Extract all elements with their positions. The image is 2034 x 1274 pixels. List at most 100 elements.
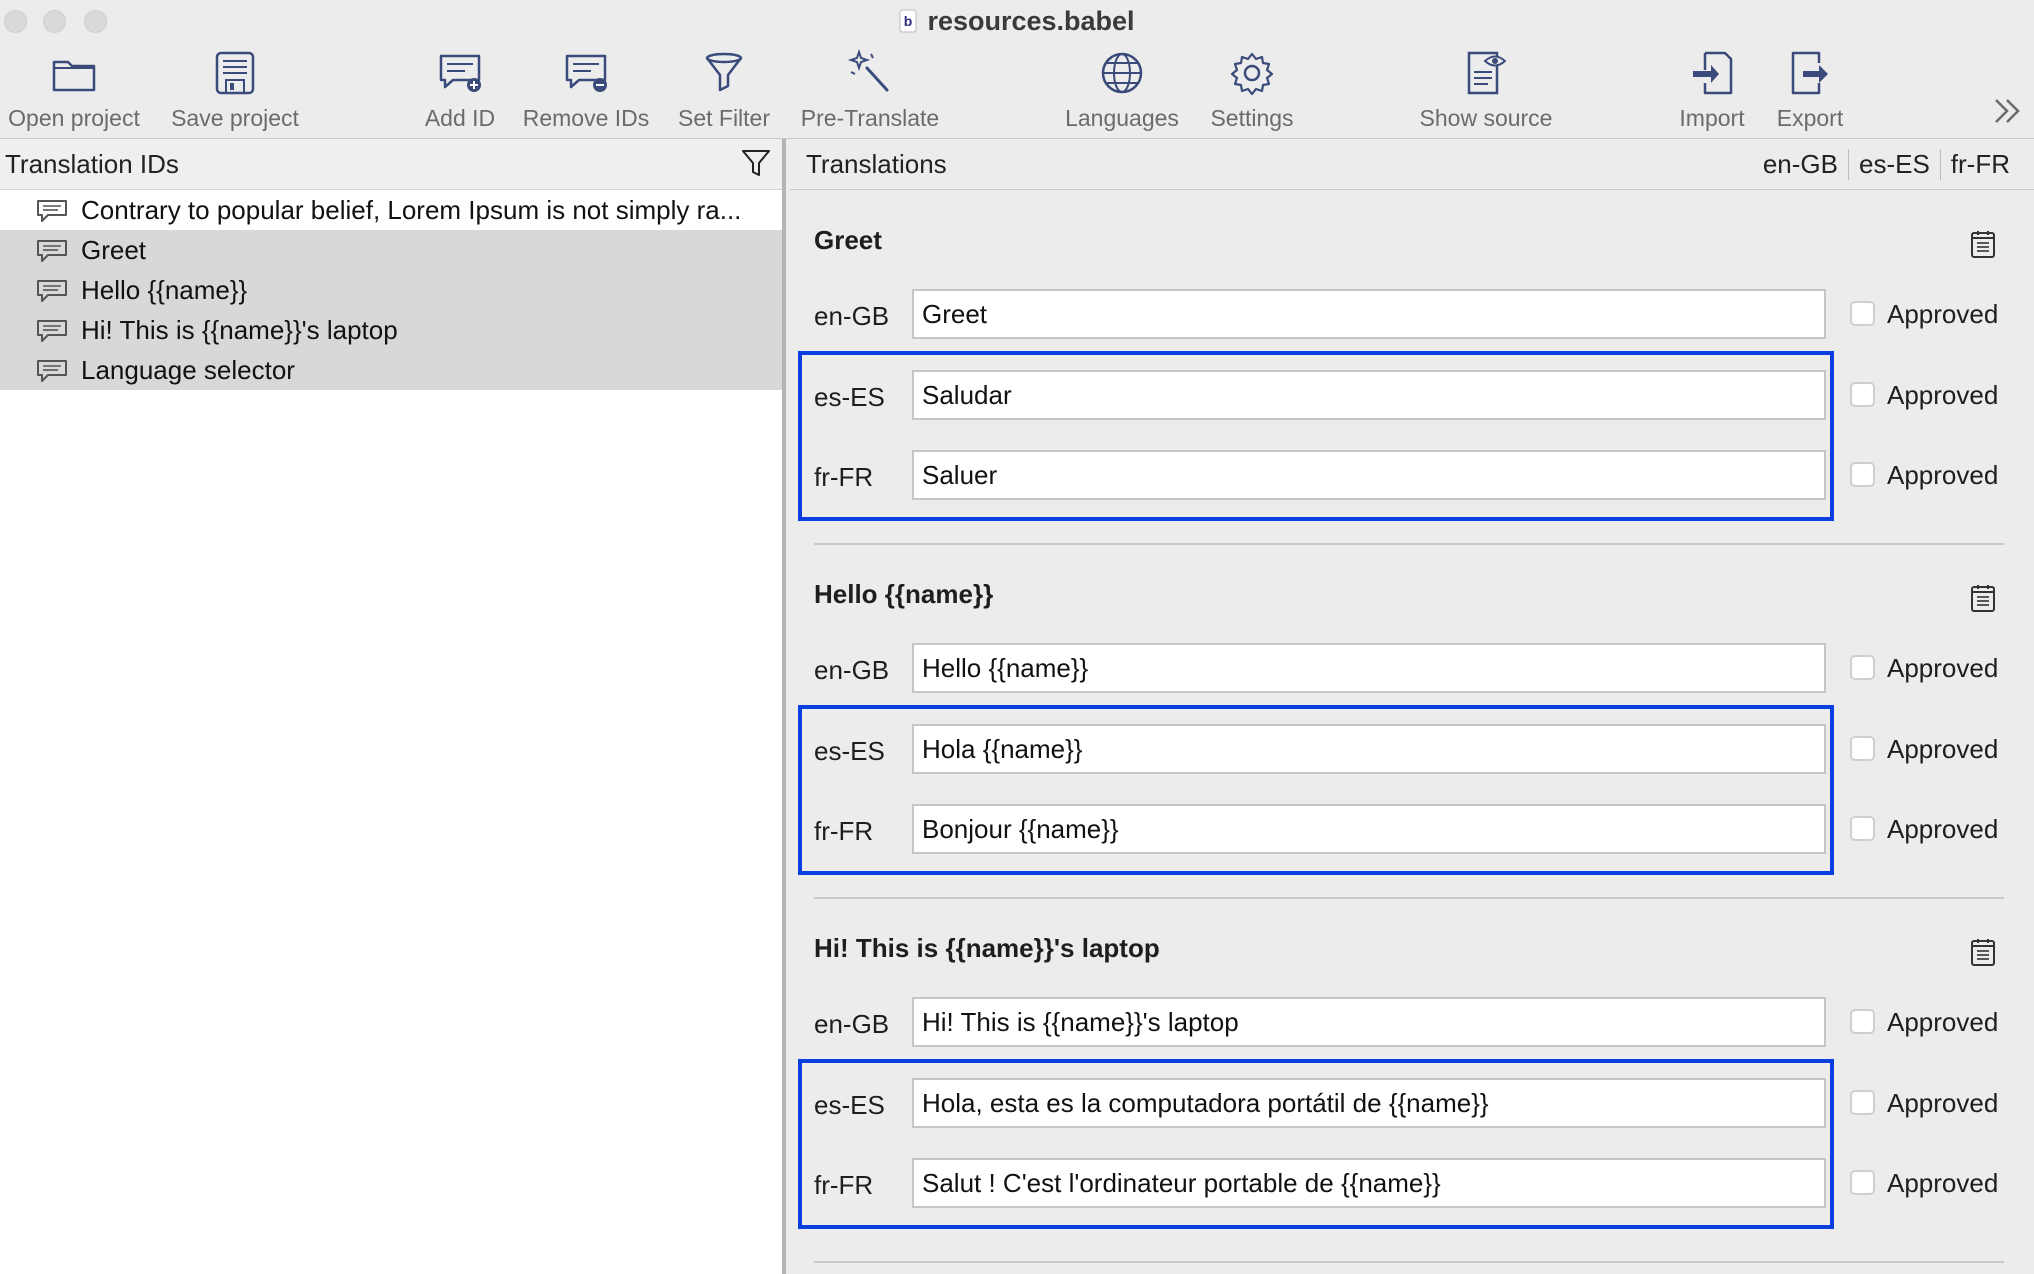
- translation-input[interactable]: Salut ! C'est l'ordinateur portable de {…: [912, 1158, 1826, 1208]
- translation-row: fr-FR Bonjour {{name}} Approved: [790, 804, 2034, 856]
- add-id-button[interactable]: Add ID: [412, 42, 508, 138]
- translation-input[interactable]: Greet: [912, 289, 1826, 339]
- section-divider: [814, 1261, 2004, 1263]
- remove-ids-button[interactable]: Remove IDs: [518, 42, 654, 138]
- approved-label: Approved: [1887, 1088, 1999, 1118]
- export-icon: [1791, 51, 1828, 95]
- approved-checkbox[interactable]: [1850, 462, 1875, 487]
- approved-checkbox[interactable]: [1850, 382, 1875, 407]
- translation-row: en-GB Hello {{name}} Approved: [790, 643, 2034, 695]
- approved-label: Approved: [1887, 299, 1999, 329]
- translations-title: Translations: [806, 149, 947, 179]
- translation-input[interactable]: Hola {{name}}: [912, 724, 1826, 774]
- translations-header: Translations en-GB es-ES fr-FR: [790, 139, 2034, 190]
- translation-input[interactable]: Saluer: [912, 450, 1826, 500]
- translation-input[interactable]: Saludar: [912, 370, 1826, 420]
- list-item[interactable]: Contrary to popular belief, Lorem Ipsum …: [0, 190, 782, 230]
- translation-row: fr-FR Salut ! C'est l'ordinateur portabl…: [790, 1158, 2034, 1210]
- approved-checkbox[interactable]: [1850, 655, 1875, 680]
- approved-checkbox[interactable]: [1850, 1170, 1875, 1195]
- list-item[interactable]: Greet: [0, 230, 782, 270]
- import-button[interactable]: Import: [1670, 42, 1754, 138]
- language-code: es-ES: [814, 1090, 885, 1120]
- section-title: Hello {{name}}: [814, 579, 994, 609]
- save-project-button[interactable]: Save project: [160, 42, 310, 138]
- tab-fr-fr[interactable]: fr-FR: [1939, 149, 2020, 180]
- window-title-text: resources.babel: [927, 6, 1135, 36]
- toolbar: Open project Save project Add ID Remove …: [0, 42, 2034, 139]
- magic-wand-icon: [847, 48, 889, 92]
- translation-id-list: Contrary to popular belief, Lorem Ipsum …: [0, 190, 782, 390]
- open-project-button[interactable]: Open project: [0, 42, 148, 138]
- chevron-double-right-icon[interactable]: [1990, 94, 2024, 128]
- approved-checkbox[interactable]: [1850, 816, 1875, 841]
- babel-document-icon: b: [899, 9, 917, 33]
- approved-checkbox[interactable]: [1850, 1090, 1875, 1115]
- speech-bubble-icon: [37, 200, 67, 222]
- title-bar: b resources.babel: [0, 0, 2034, 42]
- approved-label: Approved: [1887, 653, 1999, 683]
- globe-icon: [1101, 52, 1143, 94]
- add-id-icon: [439, 54, 481, 92]
- translation-input[interactable]: Hello {{name}}: [912, 643, 1826, 693]
- approved-checkbox[interactable]: [1850, 736, 1875, 761]
- set-filter-button[interactable]: Set Filter: [668, 42, 780, 138]
- approved-label: Approved: [1887, 380, 1999, 410]
- translation-row: es-ES Hola, esta es la computadora portá…: [790, 1078, 2034, 1130]
- section-title: Hi! This is {{name}}'s laptop: [814, 933, 1160, 963]
- translation-ids-header: Translation IDs: [0, 139, 782, 190]
- folder-icon: [52, 60, 96, 92]
- filter-icon: [705, 52, 743, 92]
- open-project-label: Open project: [8, 105, 140, 131]
- list-item[interactable]: Hi! This is {{name}}'s laptop: [0, 310, 782, 350]
- translation-input[interactable]: Hi! This is {{name}}'s laptop: [912, 997, 1826, 1047]
- list-item[interactable]: Hello {{name}}: [0, 270, 782, 310]
- notes-icon[interactable]: [1970, 937, 1996, 967]
- language-tabs: en-GB es-ES fr-FR: [1753, 149, 2020, 180]
- settings-button[interactable]: Settings: [1200, 42, 1304, 138]
- translation-section-hello: Hello {{name}} en-GB Hello {{name}} Appr…: [790, 579, 2034, 909]
- approved-label: Approved: [1887, 1168, 1999, 1198]
- set-filter-label: Set Filter: [677, 105, 771, 131]
- speech-bubble-icon: [37, 240, 67, 262]
- notes-icon[interactable]: [1970, 229, 1996, 259]
- gear-icon: [1230, 52, 1274, 96]
- translation-input[interactable]: Bonjour {{name}}: [912, 804, 1826, 854]
- remove-ids-icon: [565, 54, 607, 92]
- add-id-label: Add ID: [424, 105, 496, 131]
- translation-row: es-ES Hola {{name}} Approved: [790, 724, 2034, 776]
- translation-input[interactable]: Hola, esta es la computadora portátil de…: [912, 1078, 1826, 1128]
- pre-translate-label: Pre-Translate: [800, 105, 940, 131]
- export-button[interactable]: Export: [1768, 42, 1852, 138]
- approved-label: Approved: [1887, 814, 1999, 844]
- language-code: fr-FR: [814, 1170, 874, 1200]
- list-item-label: Contrary to popular belief, Lorem Ipsum …: [81, 195, 742, 225]
- language-code: en-GB: [814, 301, 890, 331]
- language-code: es-ES: [814, 736, 885, 766]
- translation-row: en-GB Greet Approved: [790, 289, 2034, 341]
- languages-button[interactable]: Languages: [1060, 42, 1184, 138]
- show-source-button[interactable]: Show source: [1412, 42, 1560, 138]
- approved-checkbox[interactable]: [1850, 1009, 1875, 1034]
- list-item[interactable]: Language selector: [0, 350, 782, 390]
- show-source-label: Show source: [1419, 105, 1553, 131]
- translation-row: es-ES Saludar Approved: [790, 370, 2034, 422]
- translation-ids-title: Translation IDs: [5, 149, 179, 179]
- section-divider: [814, 897, 2004, 899]
- save-icon: [215, 51, 255, 95]
- tab-en-gb[interactable]: en-GB: [1753, 149, 1848, 180]
- speech-bubble-icon: [37, 280, 67, 302]
- translation-row: fr-FR Saluer Approved: [790, 450, 2034, 502]
- approved-label: Approved: [1887, 1007, 1999, 1037]
- pre-translate-button[interactable]: Pre-Translate: [796, 42, 944, 138]
- list-item-label: Language selector: [81, 355, 295, 385]
- approved-checkbox[interactable]: [1850, 301, 1875, 326]
- speech-bubble-icon: [37, 320, 67, 342]
- import-label: Import: [1679, 105, 1745, 131]
- filter-icon[interactable]: [740, 147, 772, 179]
- list-item-label: Hi! This is {{name}}'s laptop: [81, 315, 398, 345]
- notes-icon[interactable]: [1970, 583, 1996, 613]
- remove-ids-label: Remove IDs: [522, 105, 650, 131]
- translation-row: en-GB Hi! This is {{name}}'s laptop Appr…: [790, 997, 2034, 1049]
- tab-es-es[interactable]: es-ES: [1847, 149, 1940, 180]
